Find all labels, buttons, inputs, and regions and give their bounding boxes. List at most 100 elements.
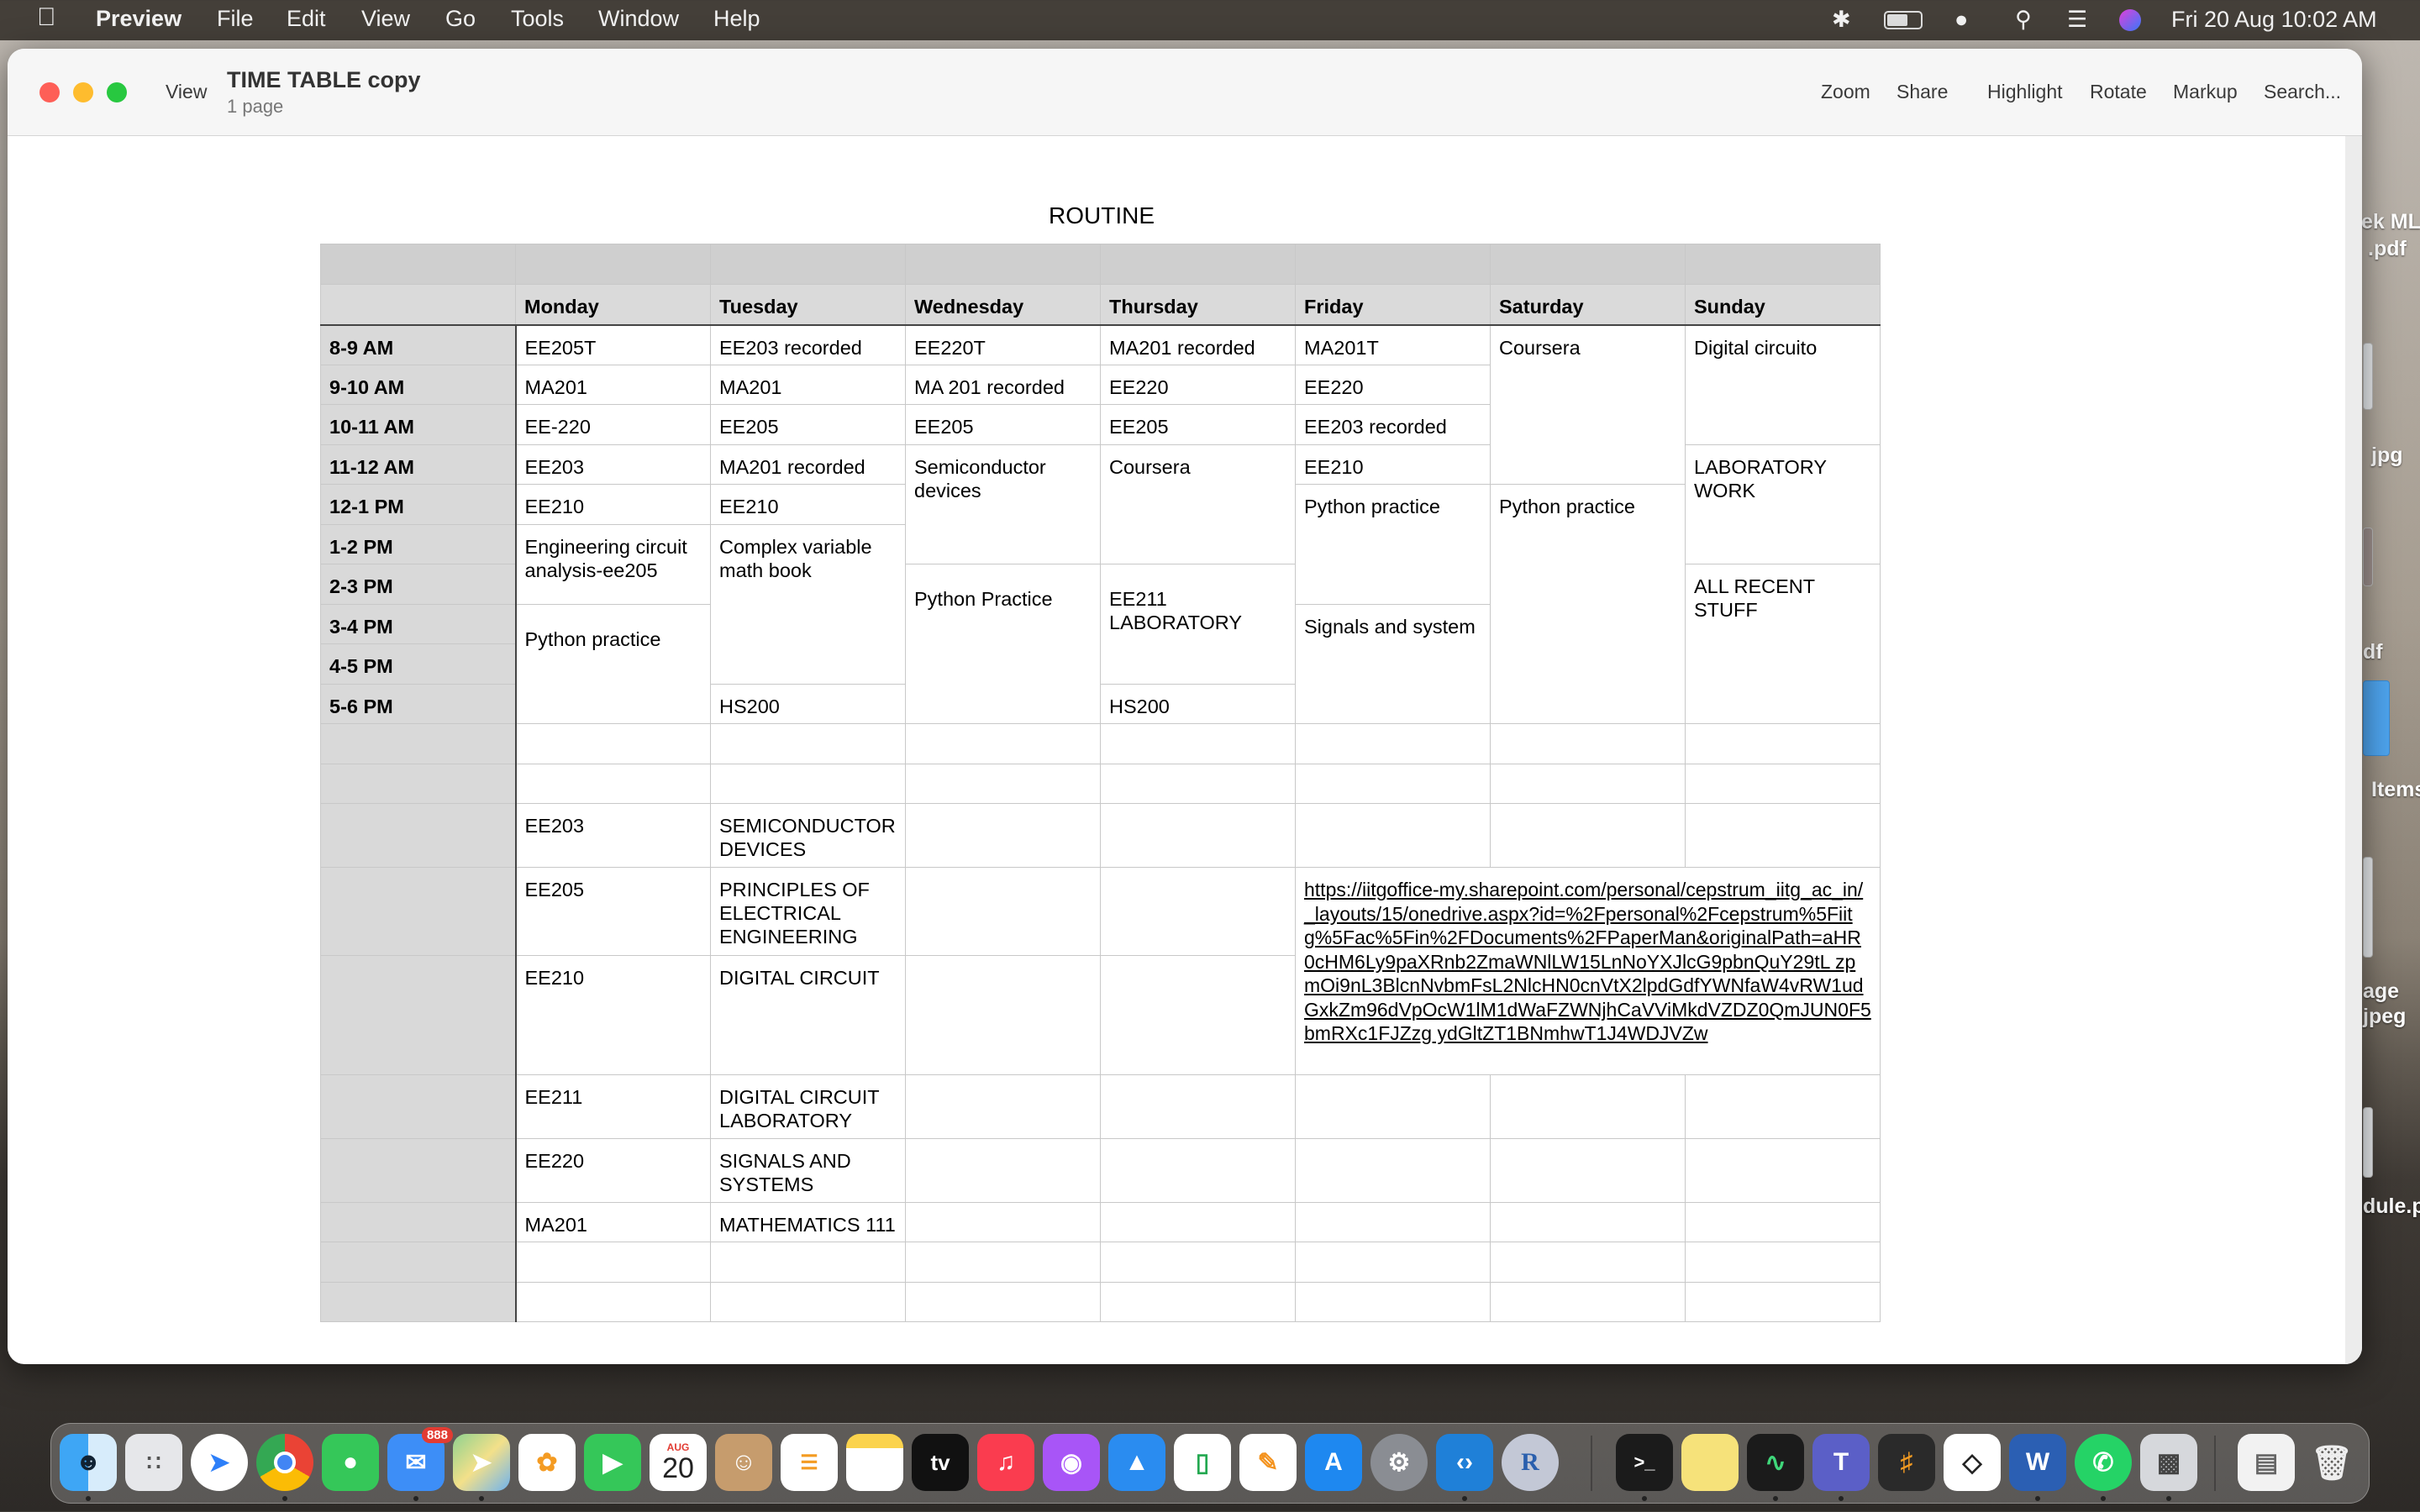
menu-tools[interactable]: Tools [511,6,564,32]
table-cell: Python practice [514,604,711,724]
chrome-icon[interactable] [256,1434,313,1491]
search-field[interactable]: Search... [2264,81,2341,103]
close-button[interactable] [39,82,60,102]
table-cell [320,284,516,326]
garageband-icon[interactable]: ♯ [1878,1434,1935,1491]
table-cell [905,1242,1101,1283]
dock: ☻ ∷ ➤ ● ✉ 888 ➤ ✿ ▶ AUG 20 ☺ ☰ tv ♫ ◉ ▲ ▯ … [50,1423,2370,1504]
desktop-file-thumbnail[interactable] [2363,1107,2373,1178]
table-cell [1100,1074,1296,1139]
vertical-scrollbar[interactable] [2345,136,2362,1364]
running-indicator [2035,1496,2040,1501]
desktop-folder-icon[interactable] [2363,680,2390,756]
safari-icon[interactable]: ➤ [191,1434,248,1491]
course-name: DIGITAL CIRCUIT [710,955,906,1075]
onedrive-link[interactable]: https://iitgoffice-my.sharepoint.com/per… [1295,867,1881,1075]
desktop-file-label[interactable]: jpeg [2363,1005,2406,1029]
menu-go[interactable]: Go [445,6,476,32]
apple-icon[interactable]:  [37,3,56,32]
contacts-icon[interactable]: ☺ [715,1434,772,1491]
table-cell [1100,1242,1296,1283]
whatsapp-icon[interactable]: ✆ [2075,1434,2132,1491]
calendar-day: 20 [662,1452,694,1484]
r-app-icon[interactable]: R [1502,1434,1559,1491]
rotate-button[interactable]: Rotate [2090,81,2147,103]
minimize-button[interactable] [73,82,93,102]
table-cell: Digital circuito [1685,324,1881,445]
numbers-icon[interactable]: ▯ [1174,1434,1231,1491]
trash-icon[interactable]: 🗑 [2303,1434,2360,1491]
bluetooth-icon[interactable]: ✱ [1832,7,1851,33]
share-button[interactable]: Share [1897,81,1948,103]
photos-icon[interactable]: ✿ [518,1434,576,1491]
course-code: EE211 [514,1074,711,1139]
desktop-file-thumbnail[interactable] [2363,857,2373,958]
control-center-icon[interactable]: ☰ [2067,7,2087,33]
music-icon[interactable]: ♫ [977,1434,1034,1491]
teams-icon[interactable]: T [1812,1434,1870,1491]
terminal-icon[interactable]: >_ [1616,1434,1673,1491]
timetable: Monday Tuesday Wednesday Thursday Friday… [320,244,1881,1322]
view-menu-button[interactable]: View [166,81,207,103]
window-titlebar[interactable]: View TIME TABLE copy 1 page Zoom Share H… [8,49,2362,136]
menu-file[interactable]: File [217,6,254,32]
menu-app-name[interactable]: Preview [96,6,182,32]
screenshot-icon[interactable]: ▩ [2140,1434,2197,1491]
app-store-icon[interactable]: A [1305,1434,1362,1491]
messages-icon[interactable]: ● [322,1434,379,1491]
reminders-icon[interactable]: ☰ [781,1434,838,1491]
window-title: TIME TABLE copy [227,67,421,92]
table-cell: EE220 [1100,365,1296,405]
siri-icon[interactable] [2119,9,2141,31]
podcasts-icon[interactable]: ◉ [1043,1434,1100,1491]
time-slot-label: 2-3 PM [320,564,516,605]
table-cell: Python practice [1490,484,1686,724]
menu-help[interactable]: Help [713,6,760,32]
downloads-stack-icon[interactable]: ▤ [2238,1434,2295,1491]
notes-icon[interactable] [846,1434,903,1491]
table-cell [320,803,516,868]
desktop-file-label[interactable]: .pdf [2368,237,2407,261]
launchpad-icon[interactable]: ∷ [125,1434,182,1491]
table-cell [905,803,1101,868]
spotlight-icon[interactable]: ⚲ [2015,7,2032,33]
apple-tv-icon[interactable]: tv [912,1434,969,1491]
maps-icon[interactable]: ➤ [453,1434,510,1491]
wifi-icon[interactable]: ● [1954,7,1968,33]
table-cell: MA201T [1295,324,1491,365]
facetime-icon[interactable]: ▶ [584,1434,641,1491]
highlight-button[interactable]: Highlight [1987,81,2063,103]
markup-button[interactable]: Markup [2173,81,2238,103]
word-icon[interactable]: W [2009,1434,2066,1491]
system-preferences-icon[interactable]: ⚙ [1370,1434,1428,1491]
virtualbox-icon[interactable]: ◇ [1944,1434,2001,1491]
activity-monitor-icon[interactable]: ∿ [1747,1434,1804,1491]
desktop-file-label[interactable]: Items [2371,778,2420,802]
desktop-file-thumbnail[interactable] [2363,343,2373,410]
desktop-file-label[interactable]: df [2363,640,2383,664]
menu-edit[interactable]: Edit [287,6,326,32]
keynote-icon[interactable]: ▲ [1108,1434,1165,1491]
vscode-icon[interactable]: ‹› [1436,1434,1493,1491]
menubar-clock[interactable]: Fri 20 Aug 10:02 AM [2171,7,2377,33]
dock-divider [2214,1436,2216,1491]
desktop-file-label[interactable]: dule.p [2363,1194,2420,1219]
running-indicator [1462,1496,1467,1501]
menu-window[interactable]: Window [598,6,679,32]
battery-icon[interactable] [1884,11,1923,29]
pages-icon[interactable]: ✎ [1239,1434,1297,1491]
finder-icon[interactable]: ☻ [60,1434,117,1491]
zoom-button[interactable]: Zoom [1821,81,1870,103]
desktop-file-label[interactable]: age [2363,979,2399,1004]
table-cell [514,1242,711,1283]
desktop-file-label[interactable]: ek ML [2361,210,2420,234]
menu-view[interactable]: View [361,6,410,32]
desktop-file-thumbnail[interactable] [2363,528,2373,586]
table-cell [1295,1074,1491,1139]
mail-icon[interactable]: ✉ 888 [387,1427,453,1491]
desktop-file-label[interactable]: jpg [2371,444,2403,468]
stickies-icon[interactable] [1681,1434,1739,1491]
calendar-icon[interactable]: AUG 20 [650,1434,707,1491]
fullscreen-button[interactable] [107,82,127,102]
course-code: EE203 [514,803,711,868]
